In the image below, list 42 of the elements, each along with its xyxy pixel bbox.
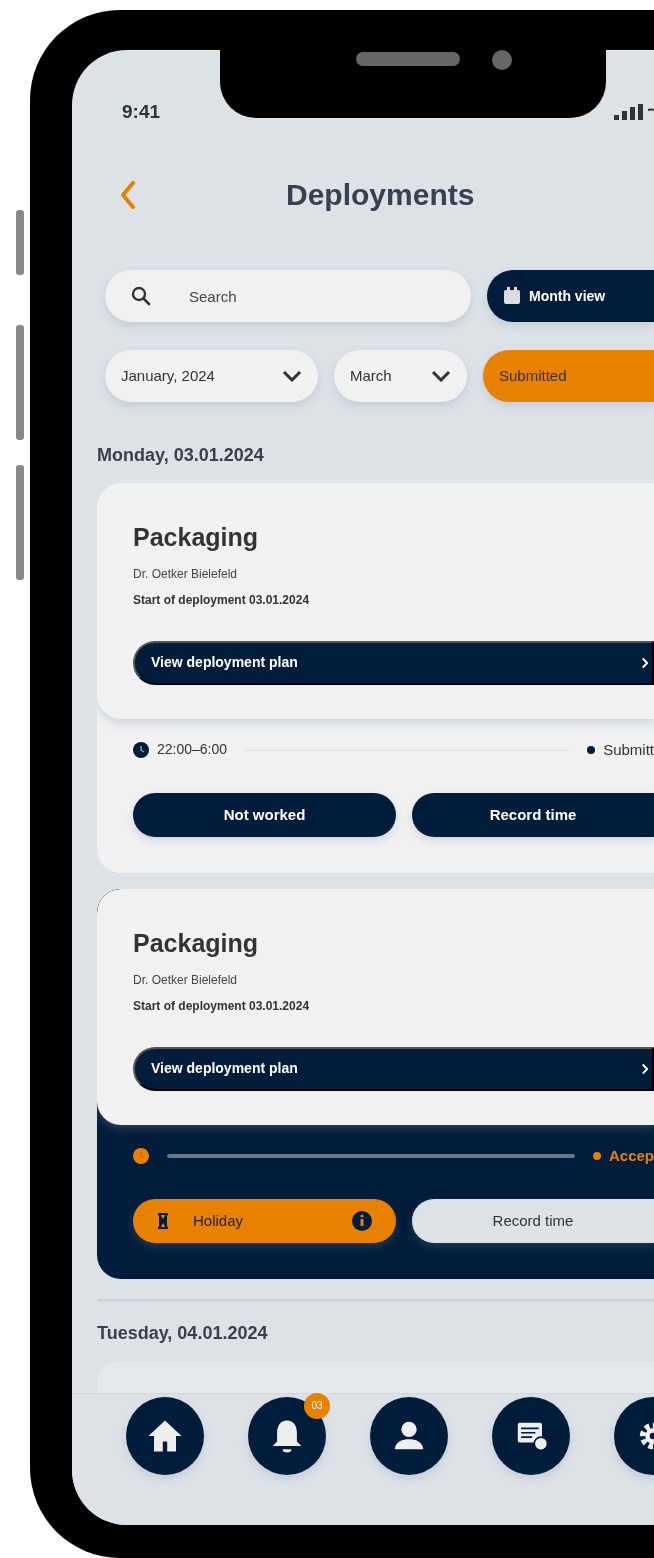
start-date: Start of deployment 03.01.2024 bbox=[133, 997, 311, 1015]
view-plan-button[interactable]: View deployment plan bbox=[133, 1046, 654, 1091]
start-date: Start of deployment 03.01.2024 bbox=[133, 591, 311, 609]
clock-icon bbox=[133, 1147, 149, 1164]
search-icon bbox=[131, 286, 151, 306]
chevron-down-icon bbox=[431, 370, 451, 382]
action-button[interactable]: Holiday bbox=[133, 1199, 396, 1243]
month-view-button[interactable]: Month view bbox=[487, 270, 654, 322]
action-button[interactable]: Record time bbox=[412, 1199, 654, 1243]
card-title: Packaging bbox=[133, 928, 260, 959]
signal-icon bbox=[614, 104, 654, 120]
nav-button[interactable] bbox=[126, 1396, 204, 1475]
status-filter[interactable]: Submitted bbox=[483, 350, 654, 402]
status-dot-icon bbox=[587, 745, 596, 754]
info-icon bbox=[352, 1211, 372, 1231]
camera-dot bbox=[492, 50, 512, 70]
action-button[interactable]: Record time bbox=[412, 793, 654, 837]
card-title: Packaging bbox=[133, 522, 260, 553]
company-name: Dr. Oetker Bielefeld bbox=[133, 971, 239, 989]
view-plan-button[interactable]: View deployment plan bbox=[133, 640, 654, 685]
search-field[interactable]: Search bbox=[105, 270, 471, 322]
status-time: 9:41 bbox=[122, 99, 161, 124]
company-name: Dr. Oetker Bielefeld bbox=[133, 565, 239, 583]
status-dot-icon bbox=[592, 1151, 601, 1160]
chevron-right-icon bbox=[642, 655, 648, 670]
shift-time: 22:00–6:00 bbox=[157, 740, 228, 760]
chevron-right-icon bbox=[642, 1061, 648, 1076]
action-button[interactable]: Not worked bbox=[133, 793, 396, 837]
notification-badge: 03 bbox=[304, 1392, 330, 1419]
dropdown[interactable]: March bbox=[334, 350, 467, 402]
date-heading: Tuesday, 04.01.2024 bbox=[97, 1322, 269, 1345]
hourglass-icon bbox=[157, 1213, 169, 1229]
chevron-down-icon bbox=[282, 370, 302, 382]
dropdown[interactable]: January, 2024 bbox=[105, 350, 318, 402]
date-heading: Monday, 03.01.2024 bbox=[97, 444, 265, 467]
status-label: Submitt bbox=[603, 739, 654, 760]
status-label: Accep bbox=[608, 1145, 654, 1166]
clock-icon bbox=[133, 741, 149, 758]
page-title: Deployments bbox=[286, 177, 475, 213]
calendar-icon bbox=[503, 287, 521, 305]
nav-button[interactable] bbox=[370, 1396, 448, 1475]
nav-button[interactable] bbox=[492, 1396, 570, 1475]
